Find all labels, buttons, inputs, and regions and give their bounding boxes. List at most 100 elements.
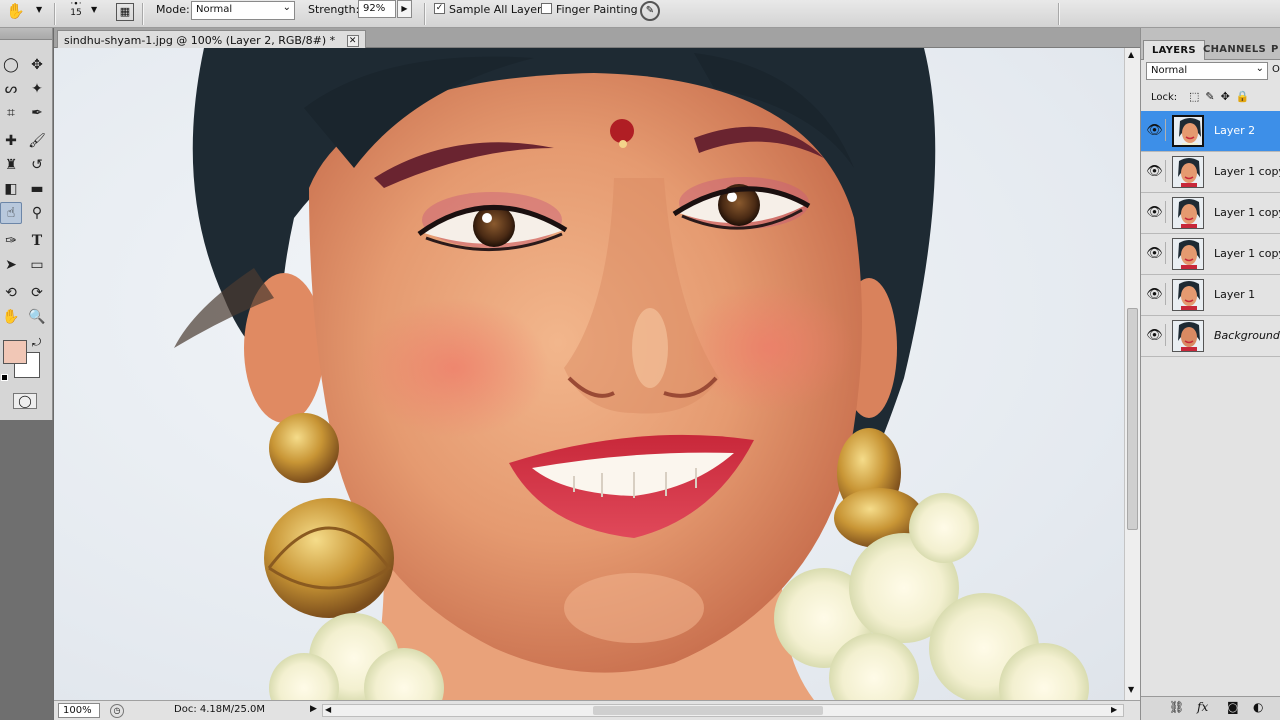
scroll-up-arrow-icon[interactable]: ▲ <box>1128 50 1134 59</box>
move-icon[interactable]: ✥ <box>26 54 48 76</box>
chevron-down-icon[interactable]: ▼ <box>36 5 42 14</box>
lock-transparent-icon[interactable]: ⬚ <box>1189 90 1205 103</box>
layer-name: Background <box>1214 329 1280 342</box>
lock-position-icon[interactable]: ✥ <box>1221 90 1236 103</box>
gradient-icon[interactable]: ▬ <box>26 178 48 200</box>
mode-label: Mode: <box>156 3 190 16</box>
lock-label: Lock: <box>1151 92 1178 103</box>
layer-row[interactable]: 👁 Layer 2 <box>1141 111 1280 152</box>
scroll-right-arrow-icon[interactable]: ▶ <box>1111 705 1117 714</box>
finger-painting-label: Finger Painting <box>556 3 638 16</box>
layer-thumbnail <box>1172 156 1204 188</box>
layer-row[interactable]: 👁 Layer 1 <box>1141 275 1280 316</box>
quick-selection-icon[interactable]: ✦ <box>26 78 48 100</box>
status-bar: 100% ◷ Doc: 4.18M/25.0M ▶ ◀ ▶ <box>54 700 1140 720</box>
3d-orbit-icon[interactable]: ⟳ <box>26 282 48 304</box>
foreground-color-swatch[interactable] <box>3 340 27 364</box>
smudge-icon[interactable]: ☝ <box>0 202 22 224</box>
layer-name: Layer 1 copy 3 <box>1214 165 1280 178</box>
dodge-icon[interactable]: ⚲ <box>26 202 48 224</box>
eraser-icon[interactable]: ◧ <box>0 178 22 200</box>
healing-brush-icon[interactable]: ✚ <box>0 130 22 152</box>
layer-name: Layer 1 copy 2 <box>1214 206 1280 219</box>
layers-list: 👁 Layer 2 👁 Layer 1 copy 3 👁 Layer 1 cop… <box>1141 111 1280 357</box>
zoom-level-field[interactable]: 100% <box>58 703 100 718</box>
layer-effects-icon[interactable]: fx <box>1197 700 1208 714</box>
eye-icon[interactable]: 👁 <box>1144 119 1166 141</box>
lock-image-icon[interactable]: ✎ <box>1205 90 1220 103</box>
layer-row[interactable]: 👁 Background <box>1141 316 1280 357</box>
document-size-info: Doc: 4.18M/25.0M <box>174 704 266 715</box>
mode-select[interactable]: Normal ⌄ <box>191 1 295 20</box>
history-brush-icon[interactable]: ↺ <box>26 154 48 176</box>
horizontal-scroll-thumb[interactable] <box>593 706 823 715</box>
finger-painting-checkbox[interactable] <box>541 3 552 14</box>
blend-mode-select[interactable]: Normal ⌄ <box>1146 62 1268 80</box>
layer-mask-icon[interactable]: ◙ <box>1227 700 1239 714</box>
lasso-icon[interactable]: ᔕ <box>0 78 22 100</box>
brush-preset-icon[interactable]: ·∙· 15 <box>66 0 86 18</box>
3d-rotate-icon[interactable]: ⟲ <box>0 282 22 304</box>
smudge-tool-preset-icon[interactable]: ✋ <box>6 2 25 20</box>
tools-panel-header[interactable] <box>0 28 52 40</box>
default-colors-icon[interactable] <box>1 374 8 381</box>
layer-row[interactable]: 👁 Layer 1 copy 3 <box>1141 152 1280 193</box>
adjustment-layer-icon[interactable]: ◐ <box>1253 700 1263 714</box>
document-tab-bar: sindhu-shyam-1.jpg @ 100% (Layer 2, RGB/… <box>54 28 1140 48</box>
document-canvas[interactable] <box>54 48 1124 700</box>
scroll-down-arrow-icon[interactable]: ▼ <box>1128 685 1134 694</box>
chevron-down-icon: ⌄ <box>282 2 291 13</box>
layer-row[interactable]: 👁 Layer 1 copy 2 <box>1141 193 1280 234</box>
link-layers-icon[interactable]: ⛓ <box>1169 700 1184 714</box>
document-tab[interactable]: sindhu-shyam-1.jpg @ 100% (Layer 2, RGB/… <box>57 30 366 48</box>
tablet-pressure-icon[interactable]: ✎ <box>640 1 660 21</box>
document-title: sindhu-shyam-1.jpg @ 100% (Layer 2, RGB/… <box>64 34 336 47</box>
path-selection-icon[interactable]: ➤ <box>0 254 22 276</box>
sample-all-layers-label: Sample All Layers <box>449 3 548 16</box>
eye-icon[interactable]: 👁 <box>1144 283 1166 305</box>
brush-size-label: 15 <box>70 8 82 18</box>
brush-icon[interactable]: 🖌 <box>26 130 48 152</box>
swap-colors-icon[interactable]: ⤾ <box>32 336 41 350</box>
strength-label: Strength: <box>308 3 360 16</box>
strength-input[interactable]: 92% <box>358 0 396 18</box>
layer-name: Layer 2 <box>1214 124 1256 137</box>
eye-icon[interactable]: 👁 <box>1144 160 1166 182</box>
layer-thumbnail <box>1172 115 1204 147</box>
panel-dock-background <box>0 420 53 720</box>
opacity-label: O <box>1272 64 1280 75</box>
lock-icon[interactable]: 🔒 <box>1236 90 1256 103</box>
rectangle-shape-icon[interactable]: ▭ <box>26 254 48 276</box>
layer-thumbnail <box>1172 320 1204 352</box>
vertical-scrollbar[interactable]: ▲ ▼ <box>1124 48 1140 700</box>
brush-panel-toggle-icon[interactable]: ▦ <box>116 3 134 21</box>
eye-icon[interactable]: 👁 <box>1144 201 1166 223</box>
scroll-left-arrow-icon[interactable]: ◀ <box>325 705 331 714</box>
eye-icon[interactable]: 👁 <box>1144 324 1166 346</box>
tab-paths[interactable]: P <box>1263 40 1280 60</box>
hand-icon[interactable]: ✋ <box>0 306 22 328</box>
strength-slider-button[interactable]: ▶ <box>397 0 412 18</box>
layer-thumbnail <box>1172 197 1204 229</box>
elliptical-marquee-icon[interactable]: ◯ <box>0 54 22 76</box>
tools-panel: ◯ ✥ ᔕ ✦ ⌗ ✒ ✚ 🖌 ♜ ↺ ◧ ▬ ☝ ⚲ ✑ T ➤ ▭ ⟲ ⟳ … <box>0 28 53 420</box>
vertical-scroll-thumb[interactable] <box>1127 308 1138 530</box>
chevron-down-icon: ⌄ <box>1255 63 1264 74</box>
quick-mask-icon[interactable]: ◯ <box>13 393 37 409</box>
status-info-icon[interactable]: ◷ <box>110 704 124 718</box>
pen-icon[interactable]: ✑ <box>0 230 22 252</box>
chevron-down-icon[interactable]: ▼ <box>91 5 97 14</box>
crop-icon[interactable]: ⌗ <box>0 102 22 124</box>
eyedropper-icon[interactable]: ✒ <box>26 102 48 124</box>
layer-thumbnail <box>1172 238 1204 270</box>
layer-row[interactable]: 👁 Layer 1 copy <box>1141 234 1280 275</box>
sample-all-layers-checkbox[interactable]: ✓ <box>434 3 445 14</box>
clone-stamp-icon[interactable]: ♜ <box>0 154 22 176</box>
eye-icon[interactable]: 👁 <box>1144 242 1166 264</box>
type-icon[interactable]: T <box>26 230 48 252</box>
close-icon[interactable]: ✕ <box>346 35 359 47</box>
status-menu-arrow-icon[interactable]: ▶ <box>310 704 317 714</box>
zoom-icon[interactable]: 🔍 <box>26 306 48 328</box>
horizontal-scrollbar[interactable]: ◀ ▶ <box>322 704 1124 717</box>
lock-icons: ⬚✎✥🔒 <box>1189 90 1256 103</box>
